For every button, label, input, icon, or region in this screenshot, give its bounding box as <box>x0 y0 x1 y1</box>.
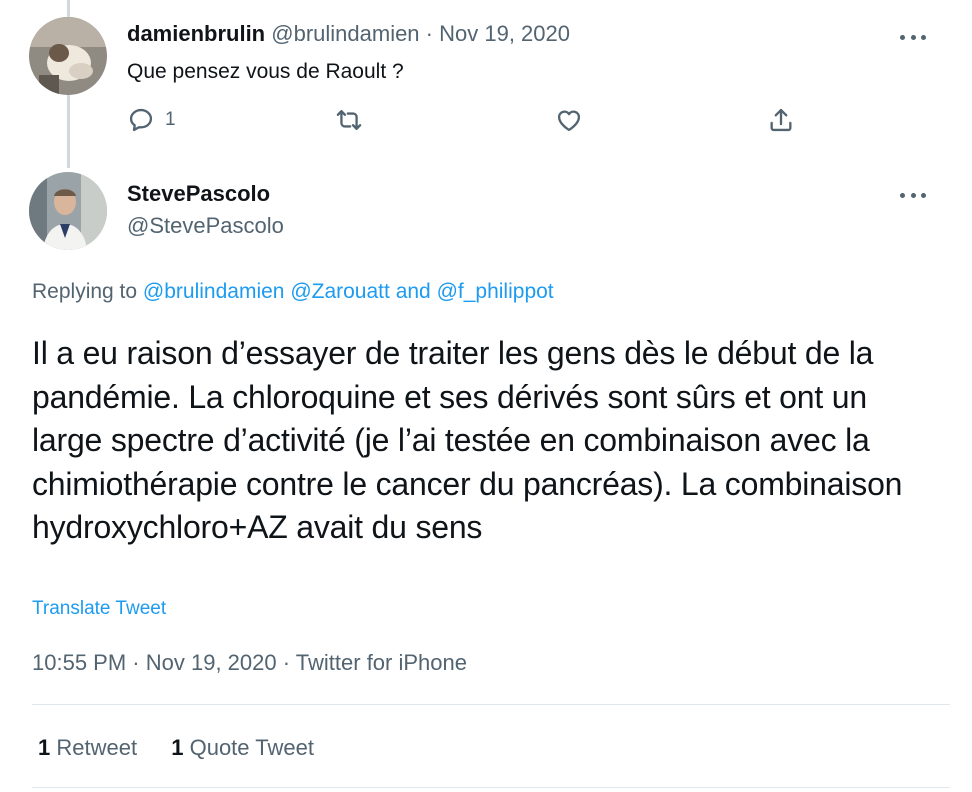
reply-tweet-text: Que pensez vous de Raoult ? <box>127 60 404 83</box>
mention-link[interactable]: @f_philippot <box>437 280 554 303</box>
more-icon[interactable] <box>900 32 926 42</box>
meta-separator: · <box>132 650 140 675</box>
author-handle[interactable]: @StevePascolo <box>127 213 284 239</box>
replying-to-line: Replying to @brulindamien @Zarouatt and … <box>32 280 554 304</box>
heart-icon <box>557 110 581 132</box>
retweet-icon <box>336 110 362 130</box>
retweets-stat[interactable]: 1 Retweet <box>38 735 137 760</box>
reply-button[interactable]: 1 <box>127 106 176 134</box>
retweet-label: Retweet <box>56 735 138 760</box>
engagement-stats: 1 Retweet 1 Quote Tweet <box>38 735 342 761</box>
reply-icon <box>129 108 153 132</box>
reply-count: 1 <box>165 109 176 130</box>
tweet-time[interactable]: 10:55 PM <box>32 650 126 675</box>
mention-link[interactable]: @brulindamien <box>143 280 285 303</box>
reply-tweet-actions: 1 <box>127 106 807 138</box>
divider <box>32 704 950 705</box>
reply-tweet-header: damienbrulin @brulindamien · Nov 19, 202… <box>127 21 570 47</box>
replying-to-label: Replying to <box>32 280 138 303</box>
quote-tweets-stat[interactable]: 1 Quote Tweet <box>171 735 314 760</box>
reply-author-name[interactable]: damienbrulin <box>127 21 265 46</box>
tweet-text: Il a eu raison d’essayer de traiter les … <box>32 335 903 545</box>
like-button[interactable] <box>555 106 583 134</box>
tweet-source[interactable]: Twitter for iPhone <box>296 650 467 675</box>
quote-count: 1 <box>171 735 184 760</box>
translate-tweet-link[interactable]: Translate Tweet <box>32 598 166 620</box>
reply-tweet-date[interactable]: Nov 19, 2020 <box>439 21 570 46</box>
quote-label: Quote Tweet <box>189 735 314 760</box>
divider <box>32 787 950 788</box>
mention-link[interactable]: @Zarouatt <box>290 280 390 303</box>
share-icon <box>770 108 792 132</box>
header-separator: · <box>425 21 433 46</box>
reply-author-handle[interactable]: @brulindamien <box>271 21 419 46</box>
meta-separator: · <box>282 650 291 675</box>
avatar[interactable] <box>29 17 107 95</box>
retweet-count: 1 <box>38 735 51 760</box>
avatar[interactable] <box>29 172 107 250</box>
mention-and: and <box>395 280 431 303</box>
retweet-button[interactable] <box>335 106 363 134</box>
tweet-metadata: 10:55 PM · Nov 19, 2020 · Twitter for iP… <box>32 650 467 676</box>
more-icon[interactable] <box>900 190 926 200</box>
author-name[interactable]: StevePascolo <box>127 181 270 207</box>
share-button[interactable] <box>767 106 795 134</box>
tweet-date[interactable]: Nov 19, 2020 <box>146 650 277 675</box>
